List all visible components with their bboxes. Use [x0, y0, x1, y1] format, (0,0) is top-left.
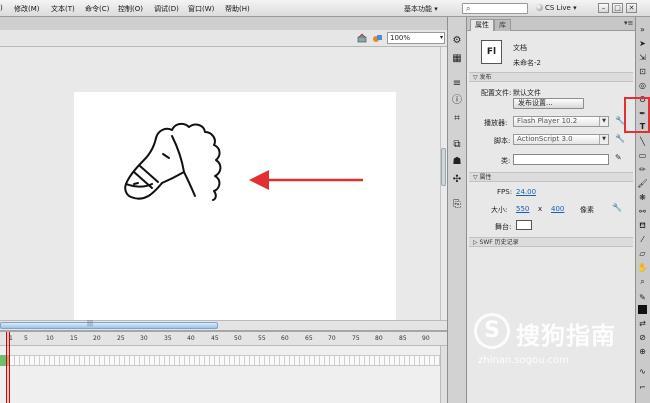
- fps-value[interactable]: 24.00: [516, 188, 536, 196]
- frame-number: 60: [281, 335, 289, 342]
- frame-number: 5: [24, 335, 28, 342]
- library-icon[interactable]: ▦: [451, 53, 463, 65]
- bone-tool-icon[interactable]: ⚯: [636, 206, 649, 218]
- watermark-text: 搜狗指南: [516, 322, 616, 350]
- frame-number: 45: [211, 335, 219, 342]
- frame-number: 30: [140, 335, 148, 342]
- timeline-layer-row[interactable]: [10, 355, 440, 366]
- align-icon[interactable]: ≡: [451, 78, 463, 90]
- size-separator: x: [538, 205, 543, 213]
- watermark-url: zhinan.sogou.com: [478, 355, 570, 366]
- stage-height-value[interactable]: 400: [551, 205, 564, 213]
- transform-icon[interactable]: ⌗: [451, 113, 463, 125]
- selection-tool-icon[interactable]: ➤: [636, 38, 649, 50]
- tools-collapse-icon[interactable]: »: [636, 24, 649, 36]
- properties-section-header[interactable]: ▽ 属性: [469, 172, 633, 182]
- frame-number: 85: [399, 335, 407, 342]
- eyedropper-tool-icon[interactable]: ⁄: [636, 234, 649, 246]
- player-label: 播放器:: [484, 119, 508, 127]
- sogou-logo: S: [474, 313, 510, 349]
- zoom-tool-icon[interactable]: ⌕: [636, 276, 649, 288]
- timeline-scrollbar[interactable]: [440, 346, 447, 403]
- class-input[interactable]: [513, 154, 609, 165]
- size-label: 大小:: [491, 206, 508, 214]
- class-label: 类:: [501, 157, 511, 165]
- frame-number: 80: [375, 335, 383, 342]
- annotation-highlight-box: [624, 97, 650, 133]
- deco-tool-icon[interactable]: ❋: [636, 192, 649, 204]
- flash-app-window: ) 修改(M) 文本(T) 命令(C) 控制(O) 调试(D) 窗口(W) 帮助…: [0, 0, 650, 403]
- chevron-down-icon: ▼: [599, 117, 608, 126]
- script-settings-wrench-icon[interactable]: 🔧: [615, 134, 625, 143]
- player-select[interactable]: Flash Player 10.2 ▼: [513, 116, 609, 127]
- brush-tool-icon[interactable]: 🖌: [636, 178, 649, 190]
- frame-number: 35: [164, 335, 172, 342]
- frame-number: 25: [117, 335, 125, 342]
- script-value: ActionScript 3.0: [517, 135, 573, 143]
- frame-number: 70: [328, 335, 336, 342]
- size-unit: 像素: [580, 206, 594, 214]
- free-transform-tool-icon[interactable]: ⊡: [636, 66, 649, 78]
- document-name: 未命名-2: [513, 59, 541, 67]
- 3d-rotation-tool-icon[interactable]: ◎: [636, 80, 649, 92]
- straighten-icon[interactable]: ⌐: [636, 382, 649, 394]
- panel-tabs: 属性 库: [467, 17, 635, 31]
- swf-history-section-header[interactable]: ▷ SWF 历史记录: [469, 237, 633, 247]
- code-snippets-icon[interactable]: ⎘: [451, 199, 463, 211]
- publish-section-header[interactable]: ▽ 发布: [469, 72, 633, 82]
- player-value: Flash Player 10.2: [517, 117, 578, 125]
- frame-number: 20: [93, 335, 101, 342]
- tab-properties[interactable]: 属性: [470, 19, 494, 31]
- document-settings-wrench-icon[interactable]: 🔧: [612, 203, 622, 212]
- line-tool-icon[interactable]: ╲: [636, 136, 649, 148]
- stage-color-swatch[interactable]: [516, 220, 532, 230]
- profile-label: 配置文件:: [481, 89, 512, 97]
- frame-number: 55: [258, 335, 266, 342]
- paint-bucket-tool-icon[interactable]: ⛾: [636, 220, 649, 232]
- pencil-tool-icon[interactable]: ✏: [636, 164, 649, 176]
- publish-settings-button[interactable]: 发布设置...: [513, 98, 584, 109]
- frame-number: 75: [352, 335, 360, 342]
- frame-number: 65: [305, 335, 313, 342]
- document-icon: Fl: [481, 40, 502, 64]
- info-icon[interactable]: ⓘ: [451, 95, 463, 107]
- motion-editor-icon[interactable]: ⚙: [451, 35, 463, 47]
- frame-number: 90: [422, 335, 430, 342]
- watermark: S 搜狗指南 zhinan.sogou.com: [474, 313, 644, 373]
- movie-explorer-icon[interactable]: ☗: [451, 156, 463, 168]
- frame-number: 15: [70, 335, 78, 342]
- stroke-color-icon[interactable]: ✎: [636, 292, 649, 304]
- profile-value: 默认文件: [513, 89, 541, 97]
- motion-presets-icon[interactable]: ✣: [451, 174, 463, 186]
- hand-tool-icon[interactable]: ✋: [636, 262, 649, 274]
- script-label: 脚本:: [494, 137, 511, 145]
- subselection-tool-icon[interactable]: ⇲: [636, 52, 649, 64]
- components-icon[interactable]: ⧉: [451, 139, 463, 151]
- fps-label: FPS:: [497, 188, 513, 196]
- rectangle-tool-icon[interactable]: ▭: [636, 150, 649, 162]
- frame-number: 10: [46, 335, 54, 342]
- panel-menu-icon[interactable]: ▾≡: [624, 19, 633, 27]
- stage-color-label: 舞台:: [495, 223, 512, 231]
- eraser-tool-icon[interactable]: ▱: [636, 248, 649, 260]
- tab-library[interactable]: 库: [494, 19, 511, 31]
- chevron-down-icon: ▼: [599, 135, 608, 144]
- frame-number: 40: [187, 335, 195, 342]
- stage-width-value[interactable]: 550: [516, 205, 529, 213]
- playhead[interactable]: [6, 332, 10, 403]
- script-select[interactable]: ActionScript 3.0 ▼: [513, 134, 609, 145]
- frame-number: 50: [234, 335, 242, 342]
- document-type-label: 文档: [513, 44, 527, 52]
- edit-class-pencil-icon[interactable]: ✎: [615, 153, 622, 162]
